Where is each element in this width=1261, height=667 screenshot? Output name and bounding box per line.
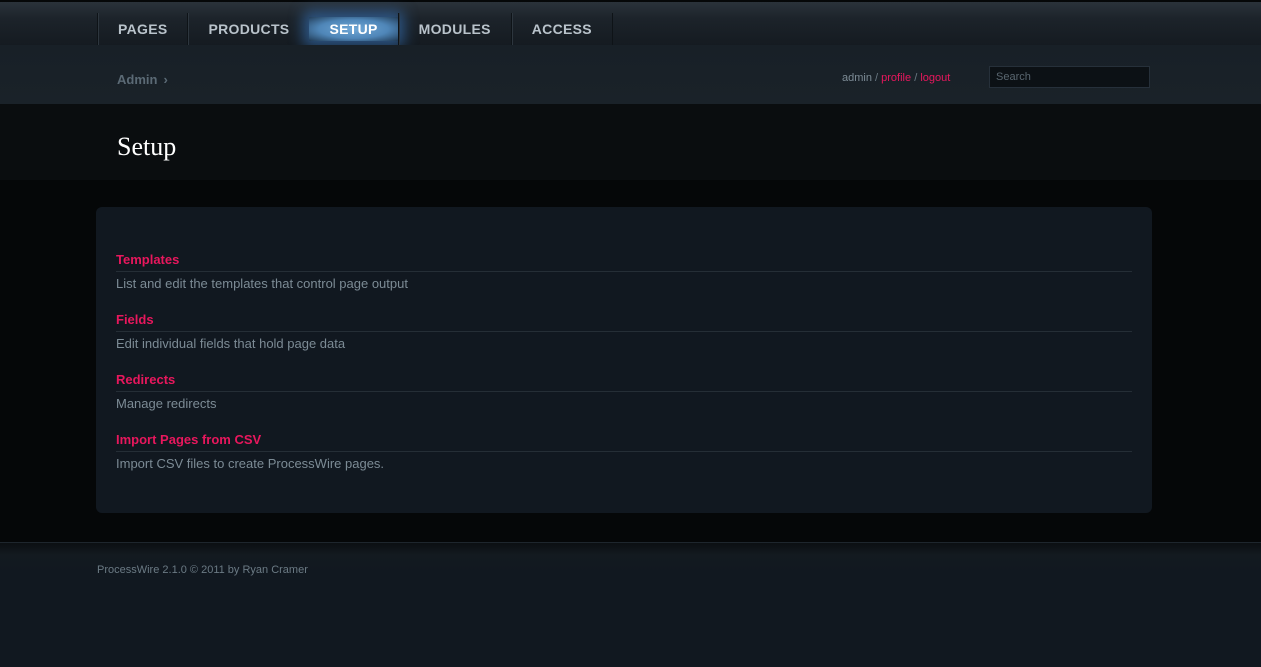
redirects-link[interactable]: Redirects (116, 371, 1132, 392)
item-description: List and edit the templates that control… (116, 276, 408, 291)
tab-products[interactable]: Products (187, 13, 309, 45)
list-item: Fields Edit individual fields that hold … (116, 311, 1132, 353)
item-description: Edit individual fields that hold page da… (116, 336, 346, 351)
tab-pages[interactable]: Pages (97, 13, 187, 45)
main-content: Templates List and edit the templates th… (0, 180, 1261, 542)
list-item: Import Pages from CSV Import CSV files t… (116, 431, 1132, 473)
footer: ProcessWire 2.1.0 © 2011 by Ryan Cramer (0, 542, 1261, 667)
divider: / (875, 72, 879, 84)
search-input[interactable] (989, 66, 1150, 88)
username: admin (842, 72, 872, 84)
import-pages-csv-link[interactable]: Import Pages from CSV (116, 431, 1132, 452)
tab-setup[interactable]: Setup (309, 17, 398, 41)
page-title: Setup (117, 132, 177, 161)
logout-link[interactable]: logout (920, 72, 950, 84)
breadcrumb-admin-link[interactable]: Admin (117, 72, 157, 87)
top-navigation-bar: Pages Products Setup Modules Access (0, 0, 1261, 45)
tab-access[interactable]: Access (510, 13, 613, 45)
main-nav: Pages Products Setup Modules Access (97, 13, 613, 45)
footer-credit: ProcessWire 2.1.0 © 2011 by Ryan Cramer (97, 564, 308, 576)
title-bar: Setup (0, 104, 1261, 180)
item-description: Import CSV files to create ProcessWire p… (116, 456, 385, 471)
item-description: Manage redirects (116, 396, 217, 411)
templates-link[interactable]: Templates (116, 251, 1132, 272)
list-item: Templates List and edit the templates th… (116, 251, 1132, 293)
user-links: admin / profile / logout (842, 72, 950, 84)
setup-panel: Templates List and edit the templates th… (96, 207, 1152, 513)
divider: / (914, 72, 918, 84)
chevron-right-icon: › (163, 72, 168, 87)
list-item: Redirects Manage redirects (116, 371, 1132, 413)
tab-modules[interactable]: Modules (397, 13, 511, 45)
profile-link[interactable]: profile (881, 72, 911, 84)
fields-link[interactable]: Fields (116, 311, 1132, 332)
breadcrumb: Admin › (117, 72, 168, 87)
